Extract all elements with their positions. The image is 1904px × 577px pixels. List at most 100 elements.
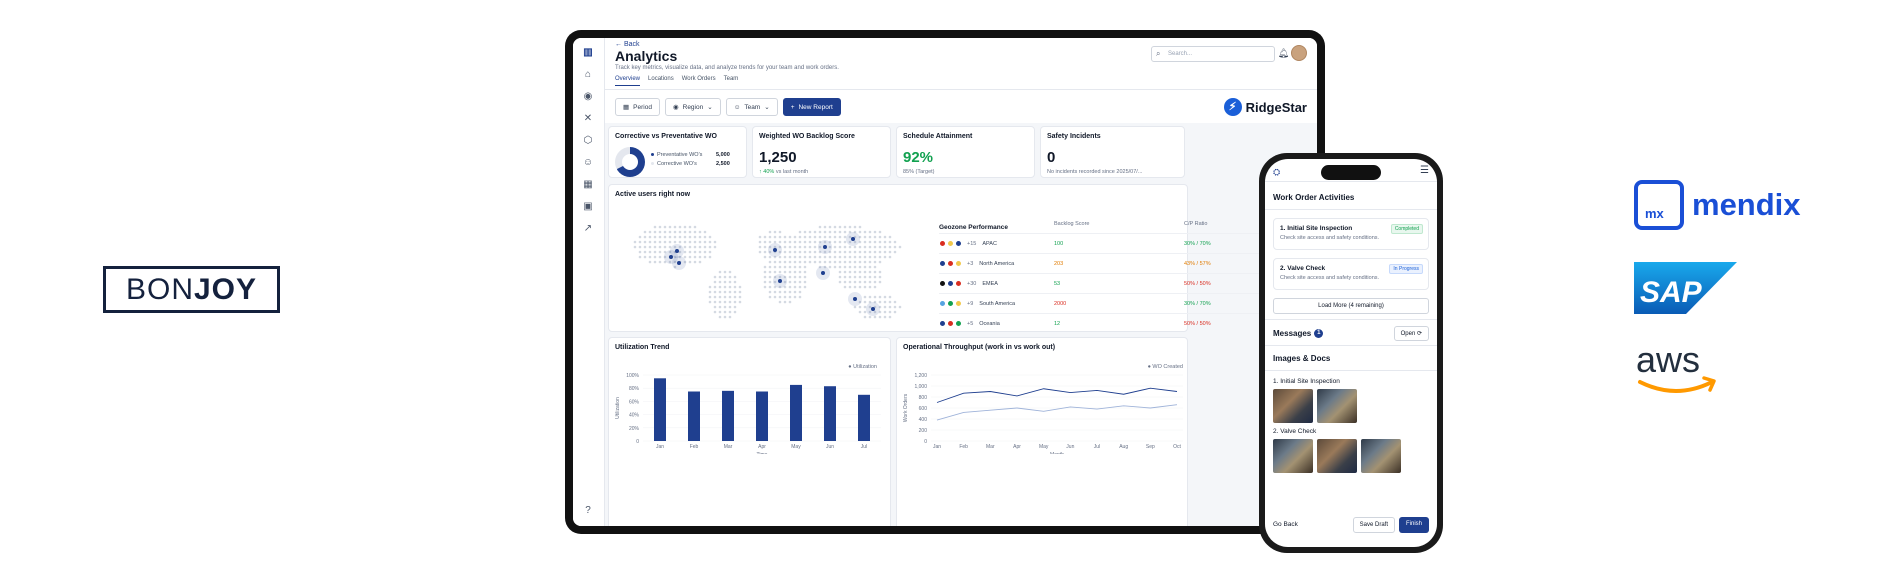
search-icon: ⌕ — [1156, 49, 1161, 58]
new-report-button[interactable]: + New Report — [782, 98, 841, 116]
x-tick-label: Oct — [1173, 444, 1181, 450]
activity-item[interactable]: 1. Initial Site Inspection Check site ac… — [1273, 218, 1429, 250]
legend-value: 5,000 — [716, 152, 730, 158]
valve-photo[interactable] — [1361, 439, 1401, 473]
phone-device: ⛭ ☰ Work Order Activities 1. Initial Sit… — [1259, 153, 1443, 553]
location-pin-icon[interactable]: ◉ — [581, 90, 595, 104]
search-input[interactable]: ⌕ Search... — [1151, 46, 1275, 62]
x-tick-label: Mar — [986, 444, 995, 450]
refresh-icon: ⟳ — [1416, 331, 1422, 337]
tab-locations[interactable]: Locations — [648, 76, 674, 86]
flag-icon — [947, 260, 954, 267]
team-label: Team — [744, 103, 761, 111]
tab-overview[interactable]: Overview — [615, 76, 641, 86]
help-icon[interactable]: ? — [581, 504, 595, 518]
mendix-wordmark: mendix — [1692, 187, 1801, 222]
utilization-chart: ● Utilization 0 20% 40% 60% 80% 100% Jan Feb Mar A… — [615, 364, 881, 454]
home-icon[interactable]: ⌂ — [581, 68, 595, 82]
finish-button[interactable]: Finish — [1398, 517, 1429, 533]
geozone-row[interactable]: +30 EMEA 53 50% / 50% — [939, 273, 1279, 293]
phone-divider — [1265, 370, 1437, 371]
activity-name: 1. Initial Site Inspection — [1280, 225, 1353, 232]
calendar-icon[interactable]: ▦ — [581, 178, 595, 192]
flag-extra-count: +5 — [967, 320, 974, 327]
y-tick-label: 0 — [636, 439, 639, 445]
y-tick-label: 80% — [629, 386, 640, 392]
y-tick-label: 20% — [629, 426, 640, 432]
activity-item[interactable]: 2. Valve Check Check site access and saf… — [1273, 258, 1429, 290]
tab-team[interactable]: Team — [724, 76, 739, 86]
legend-corrective: Corrective WO's 2,500 — [651, 161, 730, 167]
new-report-label: New Report — [798, 103, 833, 111]
x-tick-label: Aug — [1119, 444, 1128, 450]
search-placeholder: Search... — [1168, 51, 1193, 57]
geozone-row[interactable]: +5 Oceania 12 50% / 50% — [939, 313, 1279, 333]
tab-work-orders[interactable]: Work Orders — [682, 76, 716, 86]
x-tick-label: May — [1039, 444, 1049, 450]
card-title: Active users right now — [615, 191, 691, 198]
x-axis-label: Time — [757, 452, 768, 454]
valve-photo[interactable] — [1273, 439, 1313, 473]
side-rail: ▥ ⌂ ◉ ✕ ⬡ ☺ ▦ ▣ ↗ ? — [573, 38, 605, 526]
kpi-note: ↑ 40% vs last month — [759, 169, 808, 175]
bell-icon[interactable]: 🔔︎ — [1278, 48, 1289, 59]
backlog-score-cell: 53 — [1054, 280, 1061, 287]
page-title: Analytics — [615, 48, 678, 64]
y-tick-label: 100% — [626, 373, 639, 379]
open-label: Open — [1400, 331, 1416, 337]
team-filter-button[interactable]: ☺ Team ⌄ — [725, 98, 778, 116]
page-subtitle: Track key metrics, visualize data, and a… — [615, 65, 839, 71]
geozone-row[interactable]: +15 APAC 100 30% / 70% — [939, 233, 1279, 253]
kpi-note: No incidents recorded since 2025/07/... — [1047, 169, 1143, 175]
analytics-icon[interactable]: ↗ — [581, 222, 595, 236]
back-link[interactable]: ← Back — [615, 41, 640, 48]
world-map — [633, 225, 902, 319]
save-draft-button[interactable]: Save Draft — [1352, 517, 1395, 533]
geozone-row[interactable]: +3 North America 203 43% / 57% — [939, 253, 1279, 273]
backlog-score-cell: 2000 — [1054, 300, 1067, 307]
user-pin — [677, 261, 681, 265]
flag-icon — [955, 320, 962, 327]
app-logo-icon[interactable]: ▥ — [581, 46, 595, 60]
valve-photo[interactable] — [1317, 439, 1357, 473]
utilization-trend-card: Utilization Trend ● Utilization 0 20% 40% 60… — [608, 337, 891, 526]
brand-name: RidgeStar — [1245, 99, 1307, 115]
kpi-change-note: vs last month — [775, 169, 809, 175]
card-title: Corrective vs Preventative WO — [615, 133, 717, 140]
inspection-photo[interactable] — [1317, 389, 1357, 423]
calendar-icon: ▦ — [623, 104, 630, 111]
utilization-bar — [688, 391, 700, 441]
utilization-bar — [756, 391, 768, 441]
legend-label: Corrective WO's — [657, 161, 697, 167]
avatar[interactable] — [1291, 45, 1307, 61]
box-icon[interactable]: ⬡ — [581, 134, 595, 148]
menu-icon[interactable]: ☰ — [1420, 165, 1429, 176]
x-axis-label: Month — [1050, 452, 1064, 454]
card-title: Utilization Trend — [615, 344, 670, 351]
phone-divider — [1265, 209, 1437, 210]
go-back-button[interactable]: Go Back — [1273, 521, 1298, 528]
aws-smile-icon — [1638, 380, 1714, 393]
inspection-photo[interactable] — [1273, 389, 1313, 423]
flag-icon — [939, 260, 946, 267]
load-more-button[interactable]: Load More (4 remaining) — [1273, 298, 1429, 314]
x-tick-label: Apr — [1013, 444, 1021, 450]
user-pin — [778, 279, 782, 283]
users-icon[interactable]: ☺ — [581, 156, 595, 170]
x-tick-label: Jul — [1094, 444, 1100, 450]
tools-icon[interactable]: ✕ — [581, 112, 595, 126]
period-filter-button[interactable]: ▦ Period — [615, 98, 660, 116]
y-tick-label: 1,200 — [914, 373, 927, 379]
package-icon[interactable]: ▣ — [581, 200, 595, 214]
geozone-region-cell: +5 Oceania — [939, 320, 1054, 327]
flag-icon — [947, 300, 954, 307]
location-pin-icon: ◉ — [672, 104, 679, 111]
bonjoy-logo-part2: JOY — [193, 272, 258, 306]
region-filter-button[interactable]: ◉ Region ⌄ — [664, 98, 721, 116]
user-pin — [675, 249, 679, 253]
throughput-card: Operational Throughput (work in vs work … — [896, 337, 1188, 526]
y-tick-label: 60% — [629, 399, 640, 405]
messages-count-badge: 1 — [1314, 329, 1324, 339]
geozone-row[interactable]: +9 South America 2000 30% / 70% — [939, 293, 1279, 313]
open-messages-button[interactable]: Open ⟳ — [1393, 326, 1429, 341]
